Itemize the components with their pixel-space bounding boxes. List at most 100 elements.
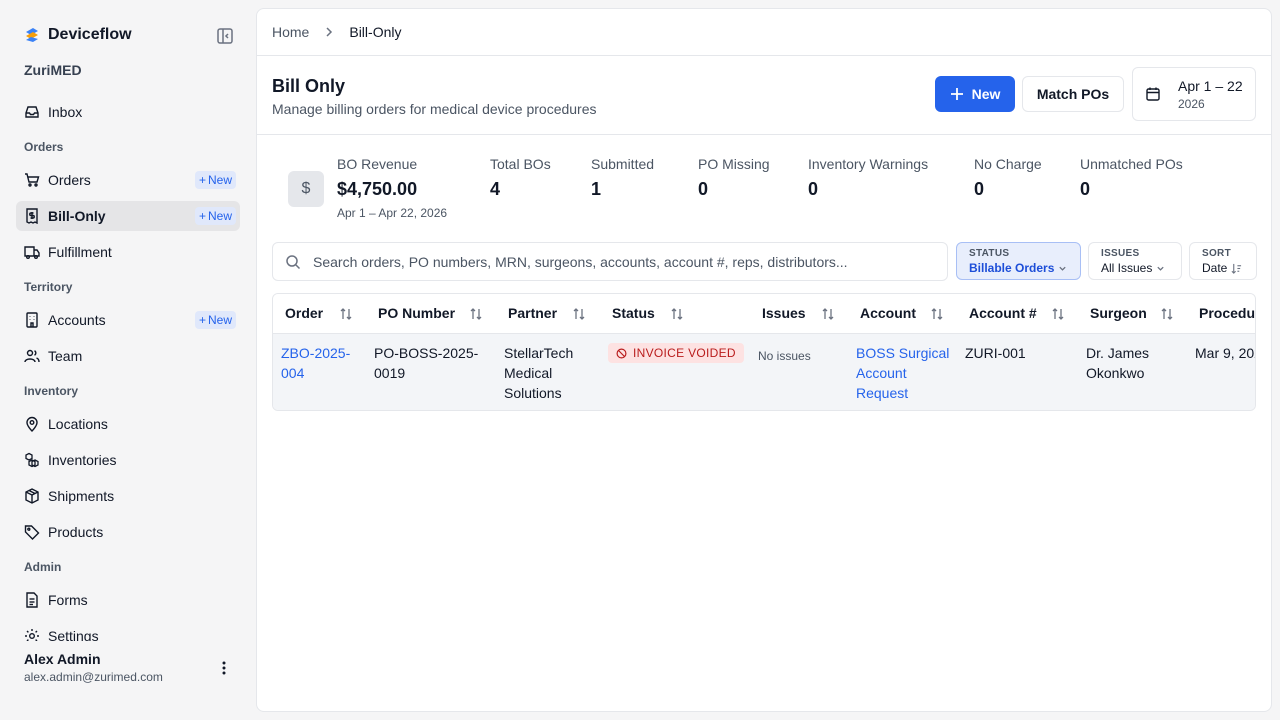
table-header: Order PO Number Partner Status Issues Ac… [273, 294, 1255, 334]
sidebar-item-locations[interactable]: Locations [16, 409, 240, 439]
sort-icon[interactable] [1160, 307, 1174, 321]
status-badge: INVOICE VOIDED [608, 343, 744, 363]
search-icon [286, 255, 301, 270]
match-pos-button[interactable]: Match POs [1022, 76, 1124, 112]
sidebar-item-label: Forms [48, 592, 88, 608]
boxes-icon [25, 452, 39, 468]
accounts-new-button[interactable]: + New [194, 311, 236, 329]
column-header-po-number[interactable]: PO Number [378, 305, 455, 321]
building-icon [26, 312, 38, 328]
date-range-label: Apr 1 – 22 [1178, 78, 1243, 94]
new-label: New [207, 313, 232, 327]
sidebar-item-inventories[interactable]: Inventories [16, 445, 240, 475]
sidebar-collapse-icon[interactable] [216, 27, 234, 45]
sidebar-item-products[interactable]: Products [16, 517, 240, 547]
stat-label: PO Missing [698, 156, 770, 172]
column-header-issues[interactable]: Issues [762, 305, 806, 321]
sort-icon[interactable] [469, 307, 483, 321]
new-bill-only-button[interactable]: New [935, 76, 1015, 112]
receipt-icon [26, 208, 38, 224]
filter-value: Date [1202, 261, 1244, 275]
stat-po-missing: PO Missing 0 [698, 156, 770, 200]
sort-icon[interactable] [572, 307, 586, 321]
filter-value: Billable Orders [969, 261, 1068, 275]
orders-new-button[interactable]: + New [194, 171, 236, 189]
date-range-picker[interactable]: Apr 1 – 22 2026 [1132, 67, 1256, 121]
sidebar-item-settings[interactable]: Settings [16, 621, 240, 641]
search-bar [272, 242, 948, 281]
sidebar-item-label: Bill-Only [48, 208, 106, 224]
brand[interactable]: Deviceflow [24, 26, 132, 44]
surgeon-cell: Dr. James Okonkwo [1086, 345, 1150, 381]
sort-icon[interactable] [1051, 307, 1065, 321]
filter-label: STATUS [969, 248, 1010, 259]
date-year-label: 2026 [1178, 97, 1205, 111]
nav-section-territory: Territory [24, 280, 73, 294]
gear-icon [25, 629, 39, 641]
order-link[interactable]: ZBO-2025-004 [281, 343, 361, 383]
sort-icon[interactable] [670, 307, 684, 321]
filter-value-text: Date [1202, 261, 1228, 275]
stat-value: 4 [490, 179, 501, 199]
sidebar-item-bill-only[interactable]: Bill-Only + New [16, 201, 240, 231]
account-number-cell: ZURI-001 [965, 345, 1026, 361]
sidebar: Deviceflow ZuriMED Inbox Orders Orders +… [0, 0, 256, 720]
stat-value: $4,750.00 [337, 179, 418, 199]
column-header-surgeon[interactable]: Surgeon [1090, 305, 1147, 321]
table-row[interactable]: ZBO-2025-004 PO-BOSS-2025-0019 StellarTe… [273, 334, 1255, 410]
stat-value: 1 [591, 179, 602, 199]
status-filter[interactable]: STATUS Billable Orders [956, 242, 1081, 280]
cart-icon [25, 173, 40, 187]
column-header-status[interactable]: Status [612, 305, 655, 321]
file-text-icon [26, 592, 38, 608]
more-vertical-icon[interactable] [215, 659, 233, 677]
page-header: Bill Only Manage billing orders for medi… [257, 57, 1271, 135]
breadcrumb-home[interactable]: Home [272, 24, 309, 40]
sidebar-item-orders[interactable]: Orders + New [16, 165, 240, 195]
column-header-partner[interactable]: Partner [508, 305, 557, 321]
sidebar-item-shipments[interactable]: Shipments [16, 481, 240, 511]
stat-inventory-warnings: Inventory Warnings 0 [808, 156, 928, 200]
deviceflow-logo-icon [26, 28, 38, 42]
column-header-account-number[interactable]: Account # [969, 305, 1037, 321]
calendar-icon [1146, 87, 1160, 101]
org-name: ZuriMED [24, 62, 82, 78]
sidebar-item-forms[interactable]: Forms [16, 585, 240, 615]
sidebar-item-accounts[interactable]: Accounts + New [16, 305, 240, 335]
stat-label: Unmatched POs [1080, 156, 1183, 172]
stat-subtext: Apr 1 – Apr 22, 2026 [337, 206, 448, 220]
filter-value: All Issues [1101, 261, 1169, 275]
issues-filter[interactable]: ISSUES All Issues [1088, 242, 1182, 280]
procedure-cell: Mar 9, 2026 [1195, 345, 1255, 361]
sidebar-item-label: Locations [48, 416, 108, 432]
sort-icon[interactable] [339, 307, 353, 321]
sidebar-item-label: Orders [48, 172, 91, 188]
sidebar-item-inbox[interactable]: Inbox [16, 97, 240, 127]
column-header-account[interactable]: Account [860, 305, 916, 321]
account-link[interactable]: BOSS Surgical Account Request [856, 343, 951, 403]
column-header-order[interactable]: Order [285, 305, 323, 321]
plus-icon: + [198, 173, 206, 187]
chevron-down-icon [1059, 266, 1067, 271]
search-input[interactable] [313, 251, 933, 273]
page-subtitle: Manage billing orders for medical device… [272, 101, 597, 117]
main-panel: Home Bill-Only Bill Only Manage billing … [256, 8, 1272, 712]
user-email: alex.admin@zurimed.com [24, 670, 163, 684]
stat-label: Inventory Warnings [808, 156, 929, 172]
truck-icon [24, 246, 40, 259]
column-header-procedure[interactable]: Procedure [1199, 305, 1255, 321]
sidebar-item-label: Team [48, 348, 83, 364]
sidebar-item-fulfillment[interactable]: Fulfillment [16, 237, 240, 267]
stat-label: No Charge [974, 156, 1042, 172]
sort-selector[interactable]: SORT Date [1189, 242, 1257, 280]
inbox-icon [25, 106, 39, 118]
sort-icon[interactable] [930, 307, 944, 321]
sidebar-item-team[interactable]: Team [16, 341, 240, 371]
plus-icon [950, 88, 963, 100]
sort-icon[interactable] [821, 307, 835, 321]
po-number-cell: PO-BOSS-2025-0019 [374, 345, 479, 381]
nav-section-admin: Admin [24, 560, 62, 574]
bill-only-new-button[interactable]: + New [194, 207, 236, 225]
stat-value: 0 [808, 179, 819, 199]
breadcrumb-current: Bill-Only [349, 24, 402, 40]
